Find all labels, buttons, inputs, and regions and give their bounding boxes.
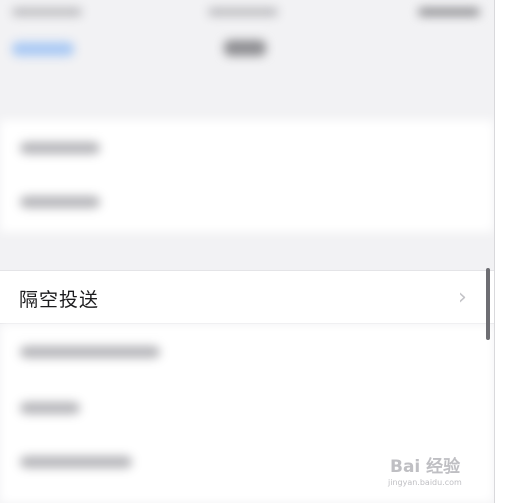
settings-row-blurred[interactable] (20, 196, 100, 208)
back-button[interactable] (12, 42, 74, 56)
watermark: Bai 经验 jingyan.baidu.com (384, 446, 484, 492)
settings-row-airdrop[interactable]: 隔空投送 › (0, 270, 494, 324)
navigation-bar (0, 22, 494, 82)
airdrop-label: 隔空投送 (19, 290, 100, 311)
status-carrier (208, 8, 278, 16)
settings-row-blurred[interactable] (20, 142, 100, 154)
chevron-right-icon: › (458, 285, 467, 310)
settings-screen: 隔空投送 › Bai 经验 jingyan.baidu.com (0, 0, 495, 503)
status-time (12, 8, 82, 16)
scrollbar[interactable] (486, 268, 490, 340)
page-title (224, 40, 266, 56)
settings-row-blurred[interactable] (20, 402, 80, 414)
settings-row-blurred[interactable] (20, 456, 132, 468)
settings-row-blurred[interactable] (20, 346, 160, 358)
status-bar (0, 0, 494, 22)
settings-group-top (0, 120, 494, 232)
watermark-brand: Bai 经验 (390, 457, 461, 477)
watermark-url: jingyan.baidu.com (388, 478, 462, 487)
battery-icon (418, 8, 480, 16)
